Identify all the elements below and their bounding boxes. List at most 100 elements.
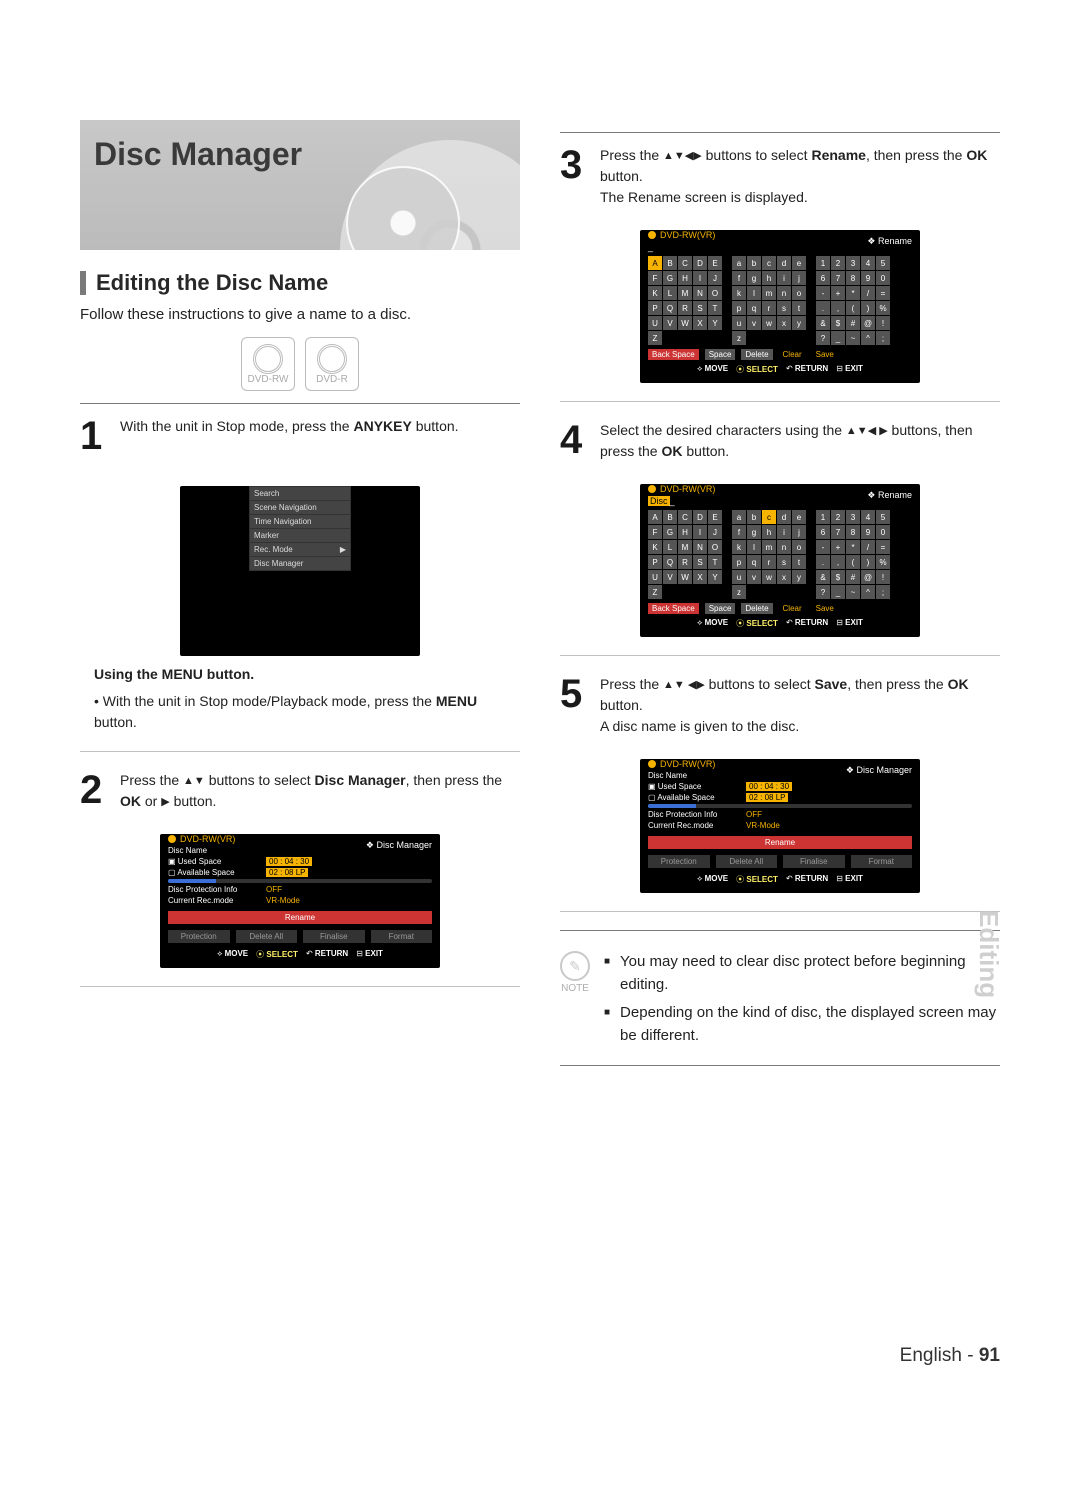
osd-button: Finalise: [303, 930, 365, 943]
key-cell: ): [861, 555, 875, 569]
key-cell: =: [876, 540, 890, 554]
osd-fn: Clear: [779, 603, 806, 614]
key-cell: y: [792, 570, 806, 584]
note-item: Depending on the kind of disc, the displ…: [604, 1002, 1000, 1047]
key-cell: M: [678, 286, 692, 300]
section-title: Editing the Disc Name: [96, 270, 328, 296]
osd-rename: Rename DVD-RW(VR) _ ABCDEFGHIJKLMNOPQRST…: [640, 230, 920, 383]
step-number: 4: [560, 420, 588, 462]
key-cell: c: [762, 510, 776, 524]
key-cell: ~: [846, 331, 860, 345]
key-cell: %: [876, 301, 890, 315]
key-cell: G: [663, 525, 677, 539]
key-cell: f: [732, 271, 746, 285]
osd-button: Finalise: [783, 855, 845, 868]
key-cell: o: [792, 286, 806, 300]
key-cell: Z: [648, 585, 662, 599]
key-cell: F: [648, 271, 662, 285]
key-cell: j: [792, 525, 806, 539]
key-cell: p: [732, 555, 746, 569]
badge-disc-icon: [317, 344, 347, 374]
key-cell: b: [747, 256, 761, 270]
key-cell: ;: [876, 585, 890, 599]
osd-fn: Delete: [741, 603, 772, 614]
sub-heading: Using the MENU button.: [94, 666, 254, 682]
key-cell: x: [777, 316, 791, 330]
key-cell: 5: [876, 510, 890, 524]
key-cell: m: [762, 286, 776, 300]
key-cell: V: [663, 570, 677, 584]
step-number: 1: [80, 416, 108, 456]
key-cell: Y: [708, 316, 722, 330]
osd-disc-manager: Disc Manager DVD-RW(VR) Disc Name ▣ Used…: [160, 834, 440, 968]
key-cell: 4: [861, 256, 875, 270]
osd-anykey-menu: Search Scene Navigation Time Navigation …: [180, 486, 420, 656]
key-cell: K: [648, 540, 662, 554]
key-cell: /: [861, 286, 875, 300]
badge-disc-icon: [253, 344, 283, 374]
key-cell: 5: [876, 256, 890, 270]
key-cell: T: [708, 301, 722, 315]
key-cell: M: [678, 540, 692, 554]
key-cell: u: [732, 570, 746, 584]
key-cell: S: [693, 555, 707, 569]
key-cell: g: [747, 271, 761, 285]
key-cell: s: [777, 555, 791, 569]
key-cell: J: [708, 525, 722, 539]
key-cell: 2: [831, 510, 845, 524]
key-cell: z: [732, 585, 746, 599]
key-cell: W: [678, 570, 692, 584]
osd-fn: Back Space: [648, 603, 699, 614]
key-cell: c: [762, 256, 776, 270]
key-cell: .: [816, 301, 830, 315]
key-cell: E: [708, 510, 722, 524]
key-cell: G: [663, 271, 677, 285]
key-cell: z: [732, 331, 746, 345]
osd-rename-2: Rename DVD-RW(VR) Disc_ ABCDEFGHIJKLMNOP…: [640, 484, 920, 637]
key-cell: q: [747, 301, 761, 315]
key-cell: 8: [846, 525, 860, 539]
side-tab: Editing: [973, 910, 1004, 998]
key-cell: /: [861, 540, 875, 554]
key-cell: H: [678, 271, 692, 285]
key-cell: !: [876, 316, 890, 330]
key-cell: l: [747, 540, 761, 554]
key-cell: B: [663, 256, 677, 270]
step-text: button.: [412, 418, 459, 434]
key-cell: 6: [816, 525, 830, 539]
osd-fn: Delete: [741, 349, 772, 360]
key-cell: .: [816, 555, 830, 569]
key-cell: r: [762, 301, 776, 315]
osd-button: Protection: [168, 930, 230, 943]
key-cell: &: [816, 316, 830, 330]
key-cell: X: [693, 570, 707, 584]
osd-title: Disc Manager: [846, 765, 912, 776]
step-4: 4 Select the desired characters using th…: [560, 420, 1000, 462]
key-cell: P: [648, 555, 662, 569]
key-cell: (: [846, 555, 860, 569]
key-cell: !: [876, 570, 890, 584]
key-cell: ;: [876, 331, 890, 345]
key-cell: w: [762, 570, 776, 584]
section-header: Editing the Disc Name: [80, 270, 520, 296]
sub-bullet: With the unit in Stop mode/Playback mode…: [94, 691, 520, 733]
key-cell: *: [846, 540, 860, 554]
badge-dvd-r: DVD-R: [305, 337, 359, 391]
osd-fn: Clear: [779, 349, 806, 360]
key-cell: B: [663, 510, 677, 524]
badge-label: DVD-RW: [248, 374, 289, 385]
key-cell: 1: [816, 256, 830, 270]
key-cell: 9: [861, 271, 875, 285]
step-5: 5 Press the ▲▼ ◀▶ buttons to select Save…: [560, 674, 1000, 737]
key-cell: 6: [816, 271, 830, 285]
key-cell: t: [792, 555, 806, 569]
osd-menu-item: Scene Navigation: [250, 501, 350, 515]
key-cell: Z: [648, 331, 662, 345]
osd-button: Format: [851, 855, 913, 868]
key-cell: Q: [663, 301, 677, 315]
key-cell: h: [762, 525, 776, 539]
key-cell: k: [732, 540, 746, 554]
disc-badges: DVD-RW DVD-R: [80, 337, 520, 391]
osd-button: Protection: [648, 855, 710, 868]
key-cell: I: [693, 525, 707, 539]
